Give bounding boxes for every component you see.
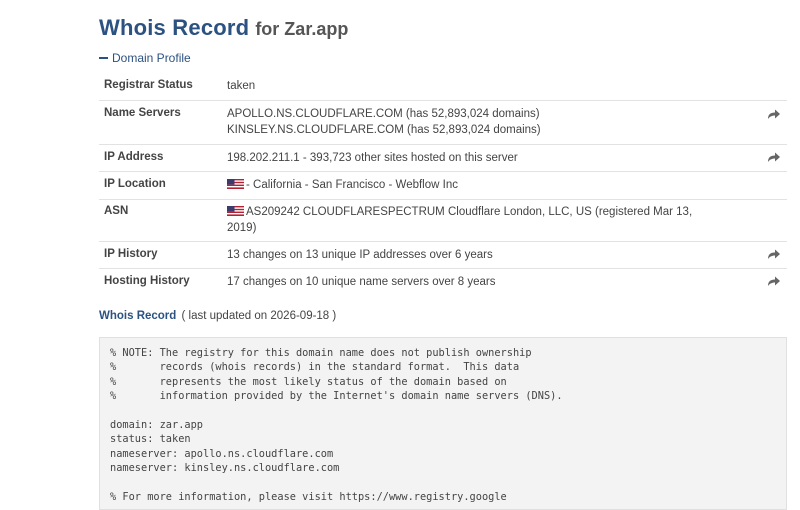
whois-record-heading: Whois Record ( last updated on 2026-09-1… (99, 310, 336, 322)
domain-profile-table: Registrar Status taken Name Servers APOL… (99, 72, 787, 296)
profile-row-name-servers: Name Servers APOLLO.NS.CLOUDFLARE.COM (h… (99, 100, 787, 144)
value-line: KINSLEY.NS.CLOUDFLARE.COM (has 52,893,02… (227, 124, 541, 136)
us-flag-icon (227, 206, 244, 216)
profile-value: - California - San Francisco - Webflow I… (227, 177, 757, 193)
raw-whois-text: % NOTE: The registry for this domain nam… (110, 347, 563, 504)
share-arrow-icon[interactable] (767, 108, 781, 120)
share-arrow-icon[interactable] (767, 275, 781, 287)
profile-value: AS209242 CLOUDFLARESPECTRUM Cloudflare L… (227, 204, 757, 236)
value-line: 17 changes on 10 unique name servers ove… (227, 276, 496, 288)
profile-value: 198.202.211.1 - 393,723 other sites host… (227, 150, 757, 166)
profile-value: 17 changes on 10 unique name servers ove… (227, 274, 757, 290)
profile-row-ip-history: IP History 13 changes on 13 unique IP ad… (99, 241, 787, 268)
value-line: APOLLO.NS.CLOUDFLARE.COM (has 52,893,024… (227, 108, 540, 120)
profile-label: IP Location (104, 178, 166, 190)
profile-label: Registrar Status (104, 79, 193, 91)
profile-row-ip-location: IP Location - California - San Francisco… (99, 171, 787, 199)
page-title: Whois Record for Zar.app (99, 6, 348, 43)
value-line: 198.202.211.1 - 393,723 other sites host… (227, 152, 518, 164)
profile-label: Hosting History (104, 275, 190, 287)
profile-value: 13 changes on 13 unique IP addresses ove… (227, 247, 757, 263)
profile-label: ASN (104, 205, 129, 217)
value-line: AS209242 CLOUDFLARESPECTRUM Cloudflare L… (246, 206, 693, 218)
page-title-domain: for Zar.app (255, 19, 349, 39)
profile-row-registrar-status: Registrar Status taken (99, 72, 787, 100)
us-flag-icon (227, 179, 244, 189)
raw-whois-box: % NOTE: The registry for this domain nam… (99, 337, 787, 510)
whois-last-updated: ( last updated on 2026-09-18 ) (181, 310, 337, 322)
page-title-main: Whois Record (99, 15, 250, 40)
domain-profile-toggle-label: Domain Profile (112, 51, 191, 65)
profile-row-ip-address: IP Address 198.202.211.1 - 393,723 other… (99, 144, 787, 171)
profile-label: Name Servers (104, 107, 181, 119)
profile-row-hosting-history: Hosting History 17 changes on 10 unique … (99, 268, 787, 296)
domain-profile-toggle[interactable]: Domain Profile (99, 51, 191, 65)
value-line: taken (227, 80, 256, 92)
value-line: 13 changes on 13 unique IP addresses ove… (227, 249, 493, 261)
collapse-minus-icon (99, 56, 108, 59)
profile-label: IP Address (104, 151, 164, 163)
value-line: 2019) (227, 222, 257, 234)
share-arrow-icon[interactable] (767, 151, 781, 163)
profile-row-asn: ASN AS209242 CLOUDFLARESPECTRUM Cloudfla… (99, 199, 787, 241)
value-line: - California - San Francisco - Webflow I… (246, 179, 458, 191)
profile-value: taken (227, 78, 757, 94)
profile-label: IP History (104, 248, 158, 260)
whois-record-title: Whois Record (99, 310, 177, 322)
profile-value: APOLLO.NS.CLOUDFLARE.COM (has 52,893,024… (227, 106, 757, 138)
share-arrow-icon[interactable] (767, 248, 781, 260)
